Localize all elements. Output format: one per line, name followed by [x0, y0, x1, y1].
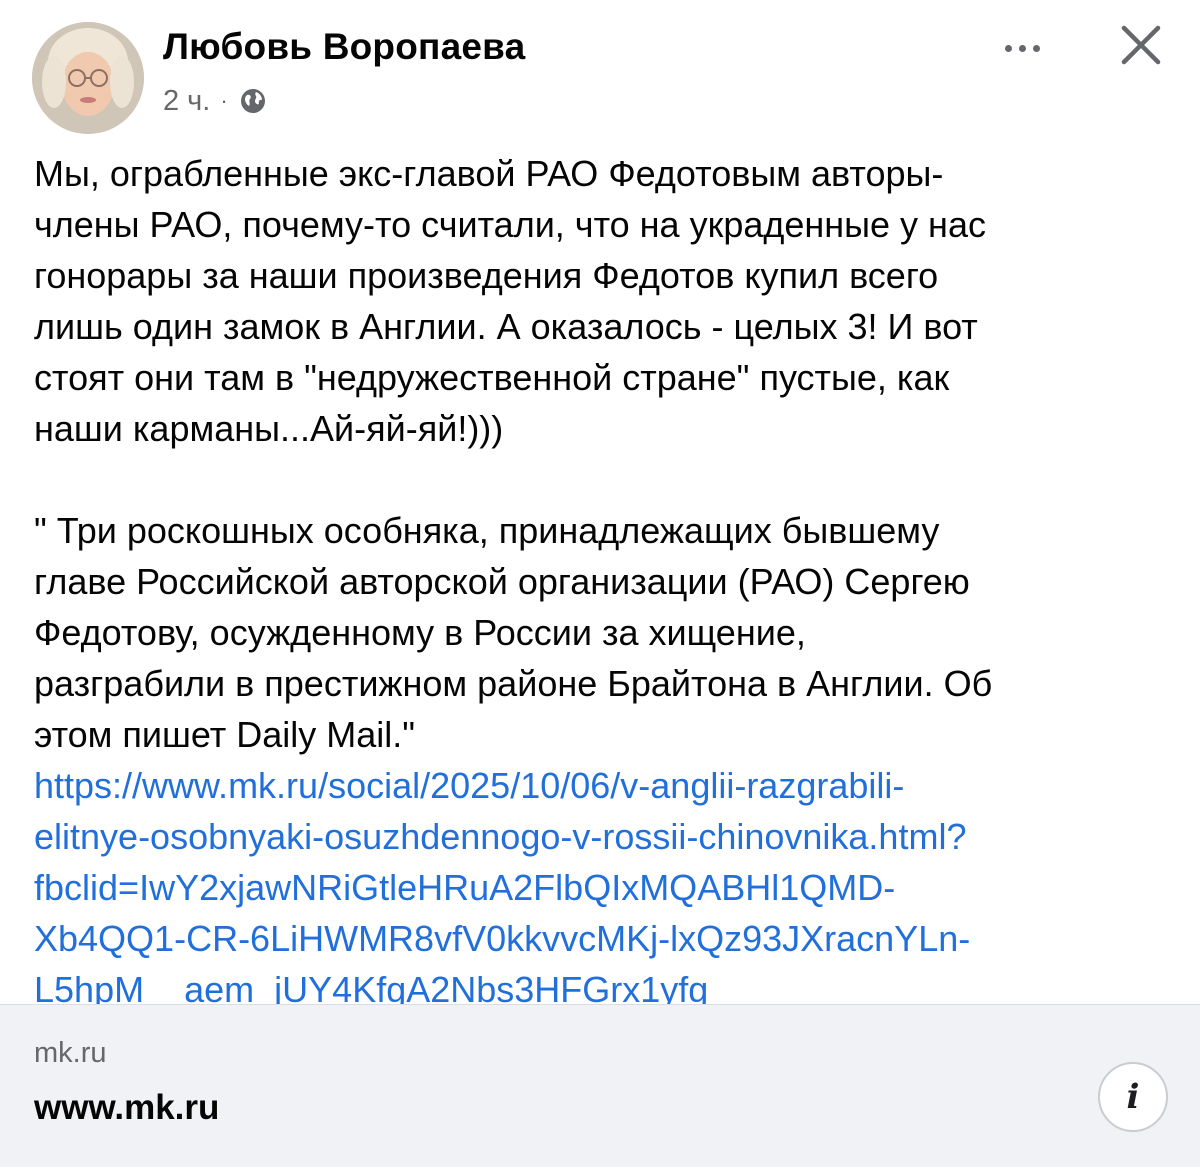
more-dot — [1004, 44, 1012, 52]
post-time[interactable]: 2 ч. — [163, 85, 210, 118]
author-avatar[interactable] — [32, 22, 144, 134]
more-dot — [1018, 44, 1026, 52]
info-icon: i — [1126, 1077, 1140, 1117]
preview-domain: mk.ru — [34, 1037, 107, 1069]
info-button[interactable]: i — [1098, 1062, 1168, 1132]
more-dot — [1032, 44, 1040, 52]
article-link[interactable]: https://www.mk.ru/social/2025/10/06/v-an… — [34, 760, 1174, 1015]
meta-separator: · — [220, 88, 228, 113]
preview-title[interactable]: www.mk.ru — [34, 1088, 219, 1128]
link-preview-card[interactable]: mk.ru www.mk.ru — [0, 1004, 1200, 1167]
post-meta: 2 ч. · — [163, 83, 268, 119]
post-header: Любовь Воропаева 2 ч. · — [0, 0, 1200, 140]
post-paragraph: Мы, ограбленные экс-главой РАО Федотовым… — [34, 153, 986, 449]
author-name[interactable]: Любовь Воропаева — [163, 26, 525, 68]
close-button[interactable] — [1114, 18, 1168, 72]
globe-icon — [240, 89, 265, 113]
close-icon — [1121, 25, 1161, 65]
more-options-button[interactable] — [992, 28, 1052, 68]
post-quote: " Три роскошных особняка, принадлежащих … — [34, 510, 993, 755]
avatar-photo — [32, 22, 144, 134]
post-body: Мы, ограбленные экс-главой РАО Федотовым… — [34, 148, 1174, 1015]
